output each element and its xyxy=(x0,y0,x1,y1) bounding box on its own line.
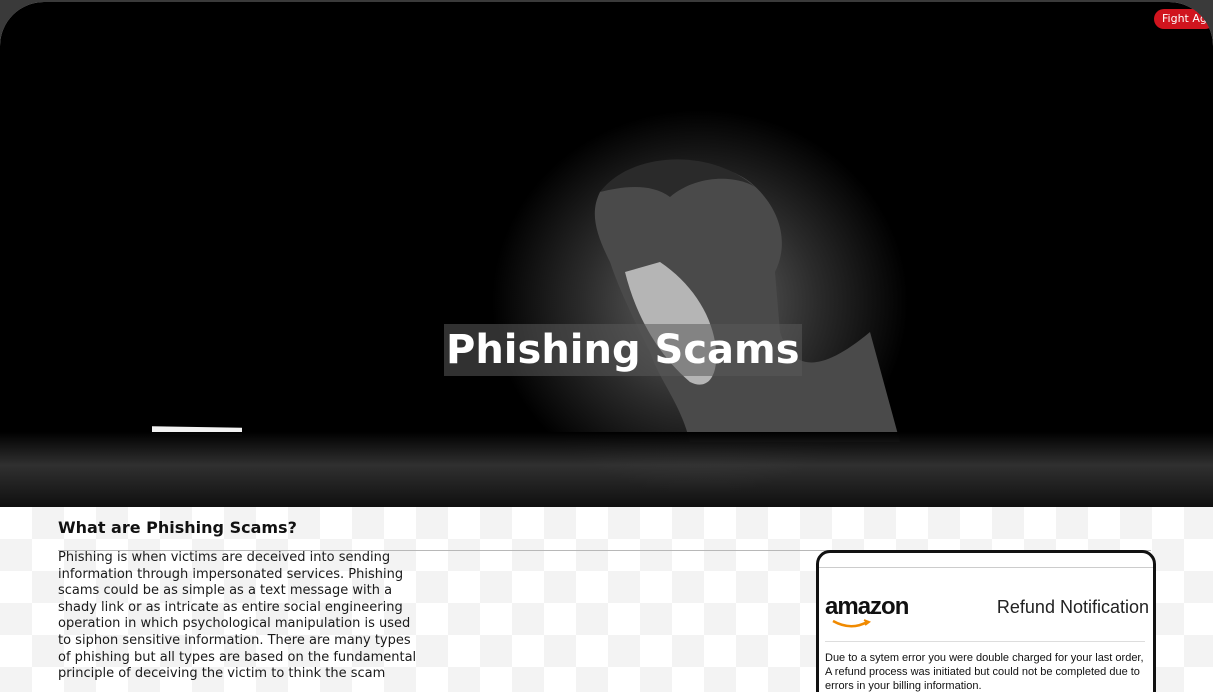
page-frame: Phishing Scams Fight Ag What are Phishin… xyxy=(0,2,1213,692)
section-title: What are Phishing Scams? xyxy=(58,518,297,537)
section-body: Phishing is when victims are deceived in… xyxy=(58,550,417,682)
fight-against-badge[interactable]: Fight Ag xyxy=(1154,9,1213,29)
hero-person-image xyxy=(594,159,900,442)
email-divider xyxy=(825,641,1145,642)
phishing-email-example: amazon Refund Notification Due to a syte… xyxy=(816,550,1156,692)
amazon-smile-icon xyxy=(832,619,871,628)
hero-title: Phishing Scams xyxy=(444,324,802,376)
email-body: Due to a sytem error you were double cha… xyxy=(825,652,1144,692)
email-heading: Refund Notification xyxy=(996,597,1149,617)
email-topline xyxy=(819,567,1153,568)
amazon-logo: amazon xyxy=(825,593,909,620)
